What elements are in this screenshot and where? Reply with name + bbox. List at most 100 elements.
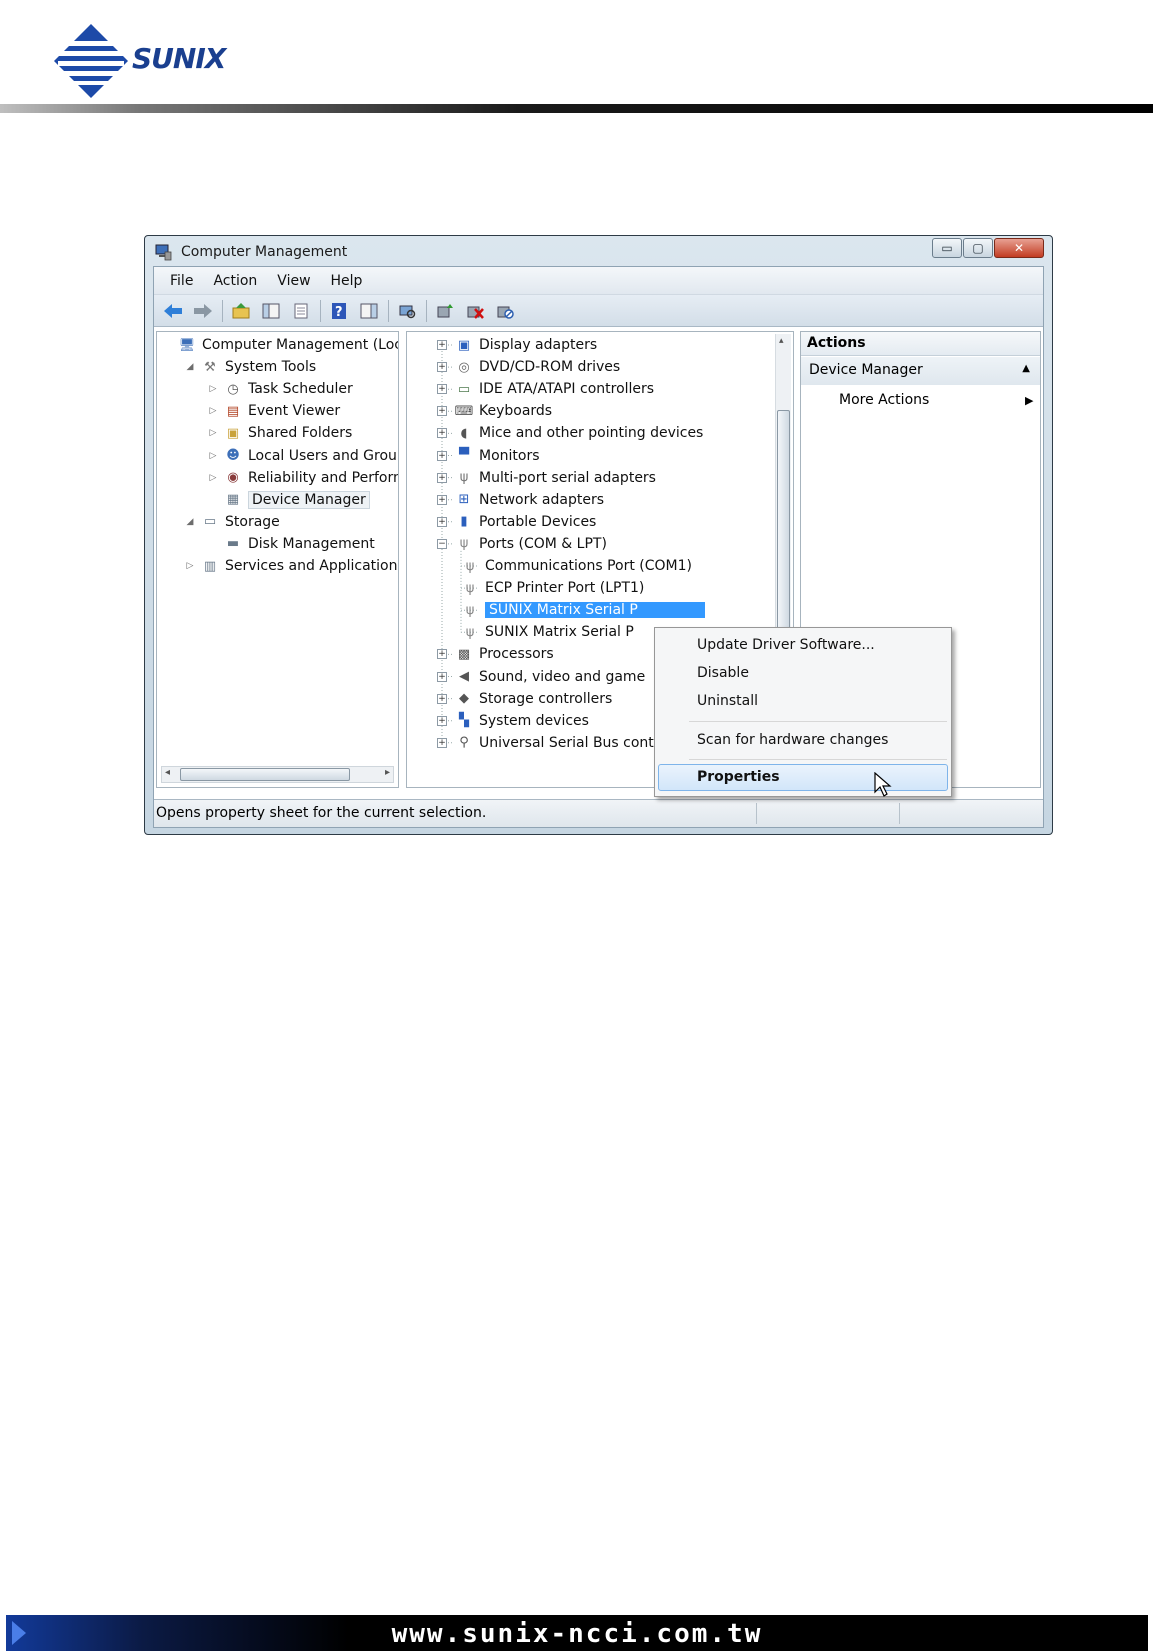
- title-bar[interactable]: Computer Management ▭ ▢ ✕: [145, 236, 1052, 266]
- expand-plus-icon[interactable]: +: [437, 649, 447, 660]
- left-tree-item[interactable]: ◢ ⚒ System Tools: [184, 356, 317, 378]
- device-tree-item[interactable]: ψ Communications Port (COM1): [461, 555, 692, 577]
- scrollbar-thumb[interactable]: [777, 410, 790, 640]
- disable-icon[interactable]: [492, 299, 518, 323]
- menu-action[interactable]: Action: [203, 273, 267, 289]
- expand-plus-icon[interactable]: +: [437, 671, 447, 682]
- uninstall-icon[interactable]: [462, 299, 488, 323]
- device-tree-item[interactable]: + ⚲ Universal Serial Bus contr: [437, 732, 660, 754]
- menu-separator: [689, 721, 947, 722]
- menu-bar: File Action View Help: [154, 267, 1043, 295]
- left-tree-item[interactable]: ▬ Disk Management: [207, 533, 375, 555]
- expand-plus-icon[interactable]: +: [437, 516, 447, 527]
- device-tree-item[interactable]: + ▣ Display adapters: [437, 334, 597, 356]
- forward-icon[interactable]: [190, 299, 216, 323]
- scroll-left-icon[interactable]: ◂: [165, 767, 170, 778]
- scan-hardware-menu-item[interactable]: Scan for hardware changes: [697, 732, 888, 748]
- scan-hardware-icon[interactable]: [394, 299, 420, 323]
- minimize-button[interactable]: ▭: [932, 238, 962, 258]
- scroll-up-icon[interactable]: ▴: [779, 336, 784, 346]
- window-title: Computer Management: [181, 244, 348, 260]
- footer-url[interactable]: www.sunix-ncci.com.tw: [6, 1619, 1148, 1649]
- scrollbar-thumb[interactable]: [180, 768, 350, 781]
- expand-plus-icon[interactable]: +: [437, 472, 447, 483]
- collapse-minus-icon[interactable]: −: [437, 538, 447, 549]
- actions-section-device-manager[interactable]: Device Manager ▲: [801, 357, 1040, 385]
- expand-arrow-icon[interactable]: ▷: [207, 451, 219, 461]
- menu-help[interactable]: Help: [321, 273, 373, 289]
- expand-arrow-icon[interactable]: ◢: [184, 517, 196, 527]
- close-button[interactable]: ✕: [994, 238, 1044, 258]
- device-tree-item[interactable]: + ▚ System devices: [437, 710, 589, 732]
- left-tree-item[interactable]: ▷ ▣ Shared Folders: [207, 422, 353, 444]
- expand-arrow-icon[interactable]: ▷: [184, 561, 196, 571]
- more-actions-item[interactable]: More Actions: [839, 392, 929, 408]
- device-manager-icon: ▦: [226, 492, 240, 508]
- port-icon: ψ: [465, 558, 475, 574]
- expand-arrow-icon[interactable]: ▷: [207, 428, 219, 438]
- device-tree-item[interactable]: + ▩ Processors: [437, 643, 554, 665]
- menu-file[interactable]: File: [160, 273, 203, 289]
- device-tree-item-label: Keyboards: [479, 403, 553, 420]
- expand-arrow-icon[interactable]: ▷: [207, 473, 219, 483]
- horizontal-scrollbar[interactable]: ◂ ▸: [161, 766, 394, 783]
- left-tree-item[interactable]: 🖥 Computer Management (Local: [161, 334, 398, 356]
- up-folder-icon[interactable]: [228, 299, 254, 323]
- expand-plus-icon[interactable]: +: [437, 693, 447, 704]
- left-tree-item[interactable]: ◢ ▭ Storage: [184, 511, 280, 533]
- expand-plus-icon[interactable]: +: [437, 494, 447, 505]
- device-tree-item[interactable]: ψ SUNIX Matrix Serial P: [461, 599, 705, 621]
- device-tree-item[interactable]: + ▭ IDE ATA/ATAPI controllers: [437, 378, 654, 400]
- scroll-right-icon[interactable]: ▸: [385, 767, 390, 778]
- expand-plus-icon[interactable]: +: [437, 737, 447, 748]
- show-hide-action-pane-icon[interactable]: [356, 299, 382, 323]
- device-tree-item[interactable]: + ψ Multi-port serial adapters: [437, 467, 656, 489]
- left-tree-item-label: System Tools: [225, 359, 317, 376]
- expand-arrow-icon[interactable]: ▷: [207, 384, 219, 394]
- left-tree-item[interactable]: ▷ ▥ Services and Applications: [184, 555, 398, 577]
- expand-plus-icon[interactable]: +: [437, 428, 447, 439]
- device-tree-item[interactable]: ψ ECP Printer Port (LPT1): [461, 577, 645, 599]
- menu-view[interactable]: View: [267, 273, 320, 289]
- left-tree-item-label: Local Users and Groups: [248, 447, 399, 464]
- update-driver-icon[interactable]: [432, 299, 458, 323]
- storage-controller-icon: ◆: [459, 691, 469, 707]
- device-tree-item[interactable]: + ⌨ Keyboards: [437, 400, 552, 422]
- expand-plus-icon[interactable]: +: [437, 450, 447, 461]
- left-tree-item[interactable]: ▷ ◷ Task Scheduler: [207, 378, 353, 400]
- uninstall-menu-item[interactable]: Uninstall: [697, 693, 758, 709]
- left-tree-item[interactable]: ▦ Device Manager: [207, 489, 370, 511]
- left-tree-item[interactable]: ▷ ◉ Reliability and Performa: [207, 467, 398, 489]
- expand-plus-icon[interactable]: +: [437, 715, 447, 726]
- left-tree-item[interactable]: ▷ ☻ Local Users and Groups: [207, 445, 399, 467]
- device-tree-item[interactable]: − ψ Ports (COM & LPT): [437, 533, 607, 555]
- help-icon[interactable]: ?: [326, 299, 352, 323]
- show-hide-tree-icon[interactable]: [258, 299, 284, 323]
- expand-plus-icon[interactable]: +: [437, 340, 447, 350]
- maximize-button[interactable]: ▢: [963, 238, 993, 258]
- expand-plus-icon[interactable]: +: [437, 384, 447, 395]
- toolbar-separator: [388, 299, 389, 322]
- device-tree-item[interactable]: + ◆ Storage controllers: [437, 688, 612, 710]
- device-tree-item[interactable]: ψ SUNIX Matrix Serial P: [461, 621, 634, 643]
- back-icon[interactable]: [160, 299, 186, 323]
- left-tree-item-label: Disk Management: [248, 535, 375, 552]
- device-tree-item[interactable]: + ▀ Monitors: [437, 445, 540, 467]
- expand-arrow-icon[interactable]: ▷: [207, 406, 219, 416]
- device-tree-item[interactable]: + ▮ Portable Devices: [437, 511, 596, 533]
- expand-plus-icon[interactable]: +: [437, 406, 447, 417]
- collapse-up-icon[interactable]: ▲: [1022, 363, 1030, 374]
- serial-port-icon: ψ: [459, 470, 469, 486]
- update-driver-menu-item[interactable]: Update Driver Software...: [697, 637, 875, 653]
- properties-sheet-icon[interactable]: [288, 299, 314, 323]
- device-tree-item[interactable]: + ◎ DVD/CD-ROM drives: [437, 356, 620, 378]
- device-tree-item[interactable]: + ◖ Mice and other pointing devices: [437, 422, 703, 444]
- expand-arrow-icon[interactable]: ◢: [184, 362, 196, 372]
- device-tree-item[interactable]: + ◀ Sound, video and game: [437, 666, 645, 688]
- disable-menu-item[interactable]: Disable: [697, 665, 749, 681]
- left-tree-item[interactable]: ▷ ▤ Event Viewer: [207, 400, 341, 422]
- properties-menu-item[interactable]: Properties: [697, 769, 780, 785]
- expand-plus-icon[interactable]: +: [437, 362, 447, 373]
- port-icon: ψ: [459, 536, 469, 552]
- device-tree-item[interactable]: + ⊞ Network adapters: [437, 489, 604, 511]
